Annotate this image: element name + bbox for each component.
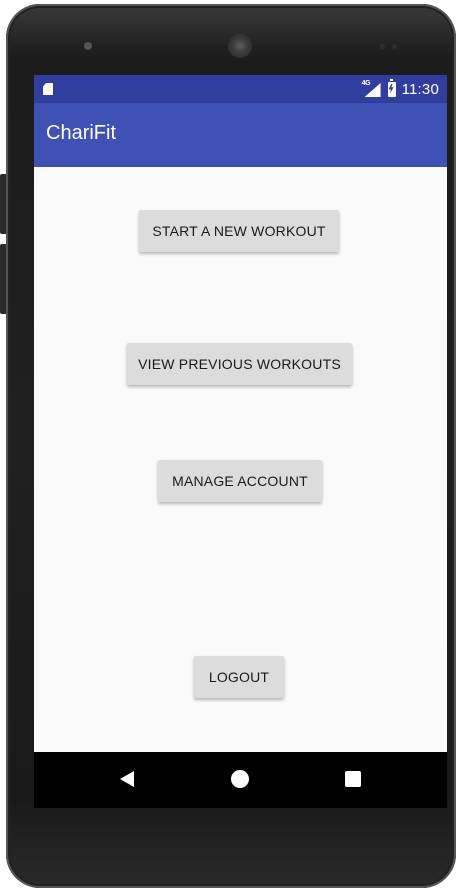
- side-button: [0, 244, 6, 314]
- navigation-bar: [34, 752, 447, 808]
- earpiece-speaker: [228, 34, 252, 58]
- status-bar: 4G 11:30: [34, 75, 447, 103]
- screen: 4G 11:30 ChariFit START A NEW WORKOUT VI…: [34, 75, 447, 808]
- status-time: 11:30: [401, 80, 439, 98]
- back-icon[interactable]: [120, 771, 134, 787]
- side-button: [0, 174, 6, 234]
- recents-icon[interactable]: [345, 771, 361, 787]
- status-icons: 4G 11:30: [362, 75, 439, 103]
- proximity-sensor: [392, 44, 397, 49]
- start-new-workout-button[interactable]: START A NEW WORKOUT: [139, 210, 339, 252]
- view-previous-workouts-button[interactable]: VIEW PREVIOUS WORKOUTS: [127, 343, 352, 385]
- logout-button[interactable]: LOGOUT: [194, 656, 284, 698]
- charging-bolt-icon: [388, 83, 394, 94]
- sd-card-icon: [43, 83, 53, 95]
- home-icon[interactable]: [231, 770, 249, 788]
- signal-icon: 4G: [361, 80, 382, 97]
- manage-account-button[interactable]: MANAGE ACCOUNT: [158, 460, 322, 502]
- app-bar: ChariFit: [34, 103, 447, 167]
- network-type-label: 4G: [361, 80, 371, 87]
- main-content: START A NEW WORKOUT VIEW PREVIOUS WORKOU…: [34, 167, 447, 752]
- front-camera: [84, 42, 92, 50]
- phone-device-frame: 4G 11:30 ChariFit START A NEW WORKOUT VI…: [0, 4, 456, 888]
- battery-charging-icon: [387, 78, 396, 97]
- app-title: ChariFit: [46, 122, 117, 144]
- proximity-sensor: [380, 44, 385, 49]
